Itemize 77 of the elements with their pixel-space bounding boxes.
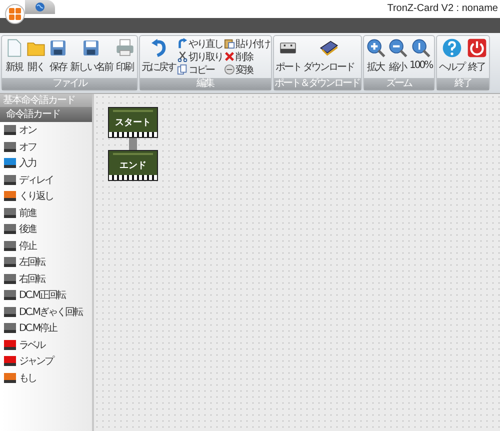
card-icon (4, 257, 16, 268)
sidebar-item[interactable]: DC.Mぎゃく回転 (0, 304, 92, 320)
ribbon-button[interactable]: ポート (274, 37, 302, 75)
sidebar-item[interactable]: DC.M正回転 (0, 287, 92, 304)
sidebar-item[interactable]: 右回転 (0, 270, 92, 287)
sidebar-header: 基本命令語カード (0, 94, 92, 107)
card-icon (4, 240, 16, 251)
sidebar-subheader: 命令語カード (0, 107, 92, 122)
group-label: 終了 (437, 78, 489, 90)
card-icon (4, 191, 16, 202)
ribbon-button[interactable]: 拡大 (364, 37, 386, 75)
card-icon (4, 290, 16, 300)
help-icon (442, 38, 462, 58)
sidebar-item[interactable]: もし (0, 370, 92, 386)
group-label: ファイル (2, 78, 136, 90)
ribbon-button[interactable]: ダウンロード (302, 37, 355, 75)
ribbon-button[interactable]: やり直し (176, 37, 222, 50)
scissors-icon (176, 51, 188, 62)
card-icon (4, 125, 16, 136)
convert-icon (224, 64, 234, 75)
group-label: 編集 (140, 78, 270, 90)
ribbon-button[interactable]: 切り取り (176, 50, 222, 63)
clipboard-icon (224, 38, 234, 49)
sidebar-item[interactable]: ラベル (0, 336, 92, 353)
circuit-board-icon (318, 38, 338, 58)
instruction-card[interactable]: エンド (108, 150, 158, 181)
card-icon (4, 356, 16, 366)
ribbon-button[interactable]: 100% (408, 37, 434, 72)
ribbon-button[interactable]: 新しい名前 (69, 37, 114, 75)
ribbon-button[interactable]: 開く (25, 37, 47, 75)
zoom-in-icon (366, 38, 386, 58)
ribbon-button[interactable]: コピー (176, 63, 222, 76)
window-title: TronZ-Card V2 : noname (387, 2, 499, 14)
card-icon (4, 274, 16, 284)
ribbon-button[interactable]: 保存 (47, 37, 69, 75)
zoom-out-icon (388, 38, 408, 58)
connector (129, 138, 137, 150)
card-icon (4, 142, 16, 152)
ribbon-button[interactable]: 貼り付け (224, 37, 270, 50)
ribbon-button[interactable]: 縮小 (386, 37, 408, 75)
sidebar-item[interactable]: 停止 (0, 238, 92, 254)
sidebar-item[interactable]: くり返し (0, 188, 92, 204)
sidebar-item[interactable]: 前進 (0, 204, 92, 221)
copy-icon (176, 64, 188, 75)
globe-tab[interactable] (25, 0, 55, 14)
card-icon (4, 323, 16, 334)
sidebar-item[interactable]: ジャンプ (0, 353, 92, 370)
ribbon-button[interactable]: 変換 (224, 63, 270, 76)
group-label: ズーム (364, 78, 434, 90)
sidebar-item[interactable]: オフ (0, 138, 92, 155)
ribbon-button[interactable]: ヘルプ (438, 37, 466, 75)
ribbon-button[interactable]: 終了 (466, 37, 488, 75)
ribbon-button[interactable]: 元に戻す (140, 37, 176, 75)
group-label: ポート＆ダウンロード (274, 78, 360, 90)
sidebar-item[interactable]: DC.M停止 (0, 320, 92, 336)
close-icon (224, 51, 234, 62)
card-icon (4, 208, 16, 218)
ribbon-button[interactable]: 削除 (224, 50, 270, 63)
card-icon (4, 372, 16, 383)
zoom-icon (410, 38, 431, 58)
ribbon-button[interactable]: 印刷 (114, 37, 136, 75)
card-icon (4, 306, 16, 317)
sidebar-item[interactable]: 後進 (0, 221, 92, 238)
ribbon-button[interactable]: 新規 (3, 37, 25, 75)
redo-icon (176, 38, 188, 49)
card-icon (4, 340, 16, 350)
printer-icon (114, 38, 134, 58)
card-icon (4, 174, 16, 185)
sidebar-item[interactable]: オン (0, 122, 92, 138)
sidebar-item[interactable]: 入力 (0, 155, 92, 172)
card-icon (4, 158, 16, 168)
card-icon (4, 224, 16, 234)
instruction-card[interactable]: スタート (108, 107, 158, 138)
globe-icon (35, 2, 45, 12)
power-icon (466, 38, 487, 58)
sidebar-item[interactable]: 左回転 (0, 254, 92, 270)
sidebar-item[interactable]: ディレイ (0, 172, 92, 188)
